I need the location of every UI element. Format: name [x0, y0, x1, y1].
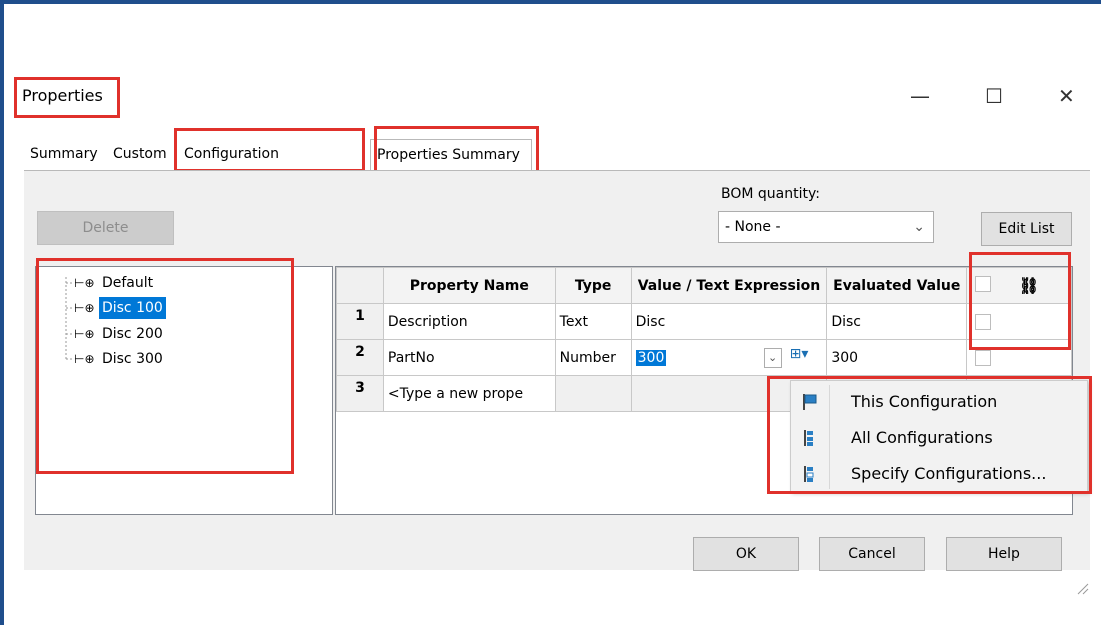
row-number: 1	[336, 303, 384, 340]
tree-item-label: Disc 200	[101, 326, 163, 342]
header-value[interactable]: Value / Text Expression	[630, 267, 828, 304]
help-button[interactable]: Help	[946, 537, 1062, 571]
bom-quantity-select[interactable]: - None - ⌄	[718, 211, 934, 243]
configuration-scope-button[interactable]: ⊞▾	[790, 346, 818, 368]
cell-value[interactable]: Disc	[630, 303, 828, 340]
header-property-name[interactable]: Property Name	[382, 267, 556, 304]
minimize-button[interactable]: —	[910, 84, 930, 108]
menu-item-label: This Configuration	[851, 392, 998, 411]
link-icon: ⛓	[1018, 276, 1040, 295]
cell-link	[966, 303, 1072, 340]
ok-button[interactable]: OK	[693, 537, 799, 571]
link-checkbox[interactable]	[975, 313, 992, 330]
tab-configuration-properties[interactable]: Configuration Properties	[178, 139, 285, 193]
specify-configs-icon	[804, 466, 814, 482]
cell-evaluated: Disc	[826, 303, 968, 340]
bom-quantity-value: - None -	[725, 219, 781, 235]
maximize-button[interactable]: ☐	[985, 84, 1003, 108]
tree-item-default[interactable]: ⊢⊕ Default	[74, 272, 156, 294]
tree-item-label: Default	[101, 275, 154, 291]
menu-item-label: All Configurations	[851, 428, 993, 447]
header-evaluated[interactable]: Evaluated Value	[826, 267, 968, 304]
window-frame-left	[0, 0, 4, 625]
corner-cell	[336, 267, 384, 304]
cell-type	[554, 375, 632, 412]
configuration-icon: ⊢⊕	[74, 276, 95, 290]
cell-property-name[interactable]: Description	[382, 303, 556, 340]
tab-properties-summary[interactable]: Properties Summary	[370, 139, 532, 171]
row-number: 2	[336, 339, 384, 376]
menu-item-label: Specify Configurations...	[851, 464, 1047, 483]
cell-property-name[interactable]: <Type a new prope	[382, 375, 556, 412]
tab-summary[interactable]: Summary	[24, 139, 104, 170]
value-dropdown-button[interactable]: ⌄	[763, 348, 782, 368]
close-button[interactable]: ✕	[1058, 84, 1075, 108]
header-type[interactable]: Type	[554, 267, 632, 304]
menu-item-all-configurations[interactable]: All Configurations	[791, 421, 1089, 455]
tree-item-label: Disc 300	[101, 351, 163, 367]
link-all-checkbox[interactable]	[975, 276, 992, 292]
tree-item-disc-300[interactable]: ⊢⊕ Disc 300	[74, 348, 166, 370]
bom-quantity-label: BOM quantity:	[721, 186, 820, 202]
cell-property-name[interactable]: PartNo	[382, 339, 556, 376]
resize-grip-icon[interactable]	[1075, 581, 1089, 595]
configuration-icon: ⊢⊕	[74, 327, 95, 341]
tab-custom[interactable]: Custom	[107, 139, 173, 170]
cell-type[interactable]: Number	[554, 339, 632, 376]
configuration-icon: ⊢⊕	[74, 352, 95, 366]
tree-item-disc-100[interactable]: ⊢⊕ Disc 100	[74, 297, 166, 319]
chevron-down-icon: ⌄	[913, 219, 925, 235]
configuration-icon: ⊢⊕	[74, 301, 95, 315]
cell-type[interactable]: Text	[554, 303, 632, 340]
configuration-context-menu: This Configuration All Configurations Sp…	[790, 380, 1088, 492]
header-link: ⛓	[966, 267, 1072, 304]
header-row: Property Name Type Value / Text Expressi…	[336, 267, 1072, 304]
value-text: 300	[635, 349, 667, 366]
cell-value[interactable]: 300 ⌄ ⊞▾	[630, 339, 828, 376]
edit-list-button[interactable]: Edit List	[981, 212, 1072, 246]
table-row: 1 Description Text Disc Disc	[336, 303, 1072, 340]
table-row: 2 PartNo Number 300 ⌄ ⊞▾ 300	[336, 339, 1072, 376]
link-checkbox[interactable]	[975, 349, 992, 366]
cancel-button[interactable]: Cancel	[819, 537, 925, 571]
cell-evaluated: 300	[826, 339, 968, 376]
menu-item-specify-configurations[interactable]: Specify Configurations...	[791, 457, 1089, 491]
menu-item-this-configuration[interactable]: This Configuration	[791, 385, 1089, 419]
configuration-tree: ⊢⊕ Default ⊢⊕ Disc 100 ⊢⊕ Disc 200 ⊢⊕ Di…	[35, 266, 333, 515]
delete-button[interactable]: Delete	[37, 211, 174, 245]
all-configs-icon	[804, 430, 813, 446]
window-frame-top	[0, 0, 1101, 4]
this-config-icon	[803, 394, 817, 410]
tree-item-disc-200[interactable]: ⊢⊕ Disc 200	[74, 323, 166, 345]
cell-link	[966, 339, 1072, 376]
tree-item-label: Disc 100	[98, 297, 166, 319]
window-title: Properties	[22, 86, 103, 105]
row-number: 3	[336, 375, 384, 412]
